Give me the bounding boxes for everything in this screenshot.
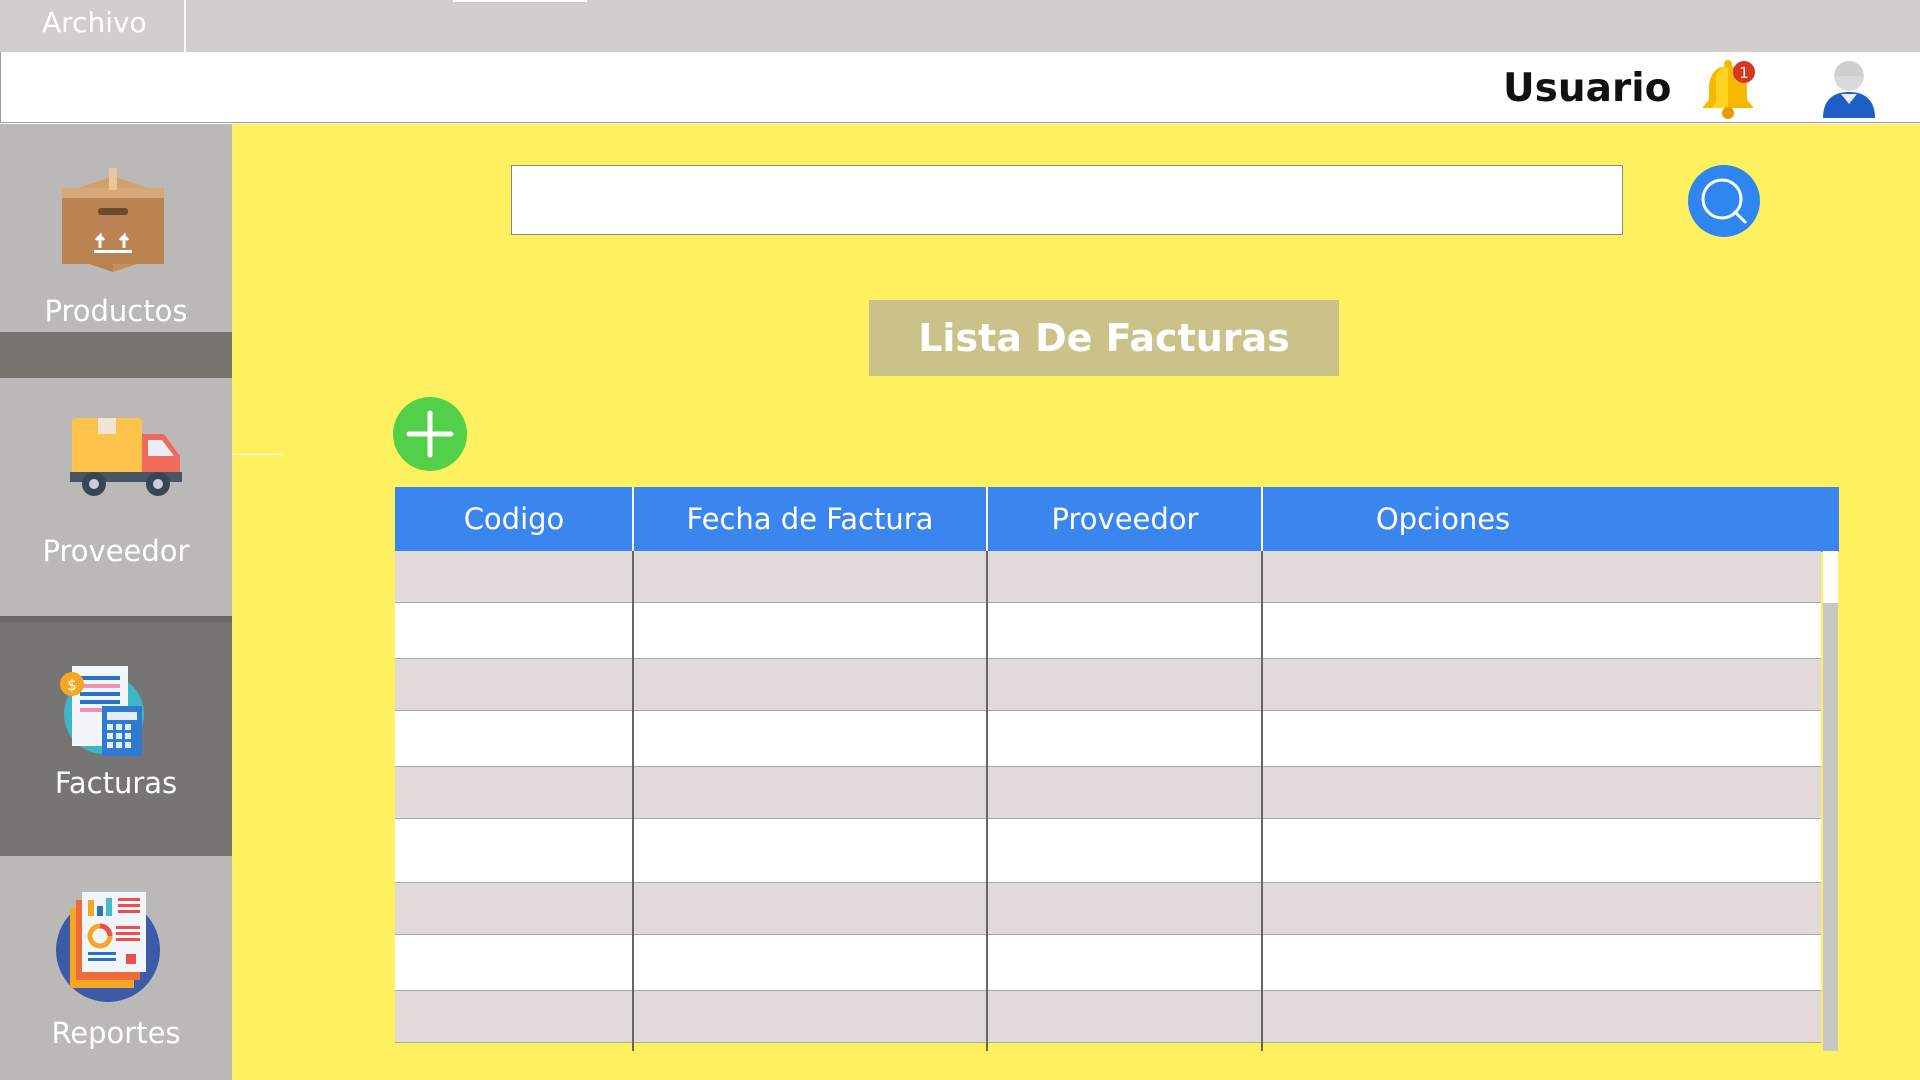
reports-icon: [52, 886, 164, 1002]
table-cell: [395, 603, 632, 658]
table-cell: [395, 991, 632, 1042]
table-cell: [988, 819, 1261, 882]
sidebar-item-reportes[interactable]: Reportes: [0, 856, 232, 1080]
table-cell: [1263, 603, 1821, 658]
table-cell: [395, 767, 632, 818]
table-cell: [988, 767, 1261, 818]
table-cell: [395, 659, 632, 710]
search-input[interactable]: [511, 165, 1623, 235]
user-avatar-icon[interactable]: [1819, 56, 1879, 120]
search-icon: [1701, 178, 1747, 224]
divider: [232, 454, 284, 455]
table-row[interactable]: [395, 603, 1821, 659]
table-cell: [634, 767, 986, 818]
table-cell: [634, 935, 986, 990]
main-content: Lista De Facturas Codigo Fecha de Factur…: [232, 124, 1920, 1080]
table-cell: [395, 819, 632, 882]
menubar-divider: [453, 0, 587, 2]
table-cell: [395, 551, 632, 602]
notification-bell-icon[interactable]: 1: [1695, 58, 1761, 120]
table-cell: [988, 883, 1261, 934]
sidebar-item-label: Reportes: [51, 1016, 181, 1050]
table-cell: [988, 935, 1261, 990]
table-row[interactable]: [395, 659, 1821, 711]
table-row[interactable]: [395, 819, 1821, 883]
table-cell: [1263, 991, 1821, 1042]
column-separator: [632, 551, 634, 1051]
menu-file[interactable]: Archivo: [0, 0, 186, 52]
table-row[interactable]: [395, 711, 1821, 767]
column-separator: [986, 551, 988, 1051]
table-row[interactable]: [395, 935, 1821, 991]
table-cell: [634, 551, 986, 602]
notification-badge: 1: [1739, 64, 1749, 82]
sidebar-item-label: Productos: [44, 294, 188, 328]
table-scrollbar[interactable]: [1823, 551, 1838, 1051]
page-title: Lista De Facturas: [869, 300, 1339, 376]
sidebar-item-label: Facturas: [54, 766, 178, 800]
table-body: [395, 551, 1839, 1051]
table-row[interactable]: [395, 883, 1821, 935]
table-cell: [1263, 551, 1821, 602]
svg-text:$: $: [67, 676, 77, 694]
truck-icon: [70, 416, 182, 498]
plus-icon: [406, 410, 454, 458]
table-row[interactable]: [395, 551, 1821, 603]
table-cell: [988, 991, 1261, 1042]
table-scrollbar-thumb[interactable]: [1823, 551, 1838, 603]
table-row[interactable]: [395, 767, 1821, 819]
table-cell: [634, 819, 986, 882]
table-cell: [395, 883, 632, 934]
column-header-opciones[interactable]: Opciones: [1263, 487, 1623, 551]
table-cell: [1263, 659, 1821, 710]
invoices-table: Codigo Fecha de Factura Proveedor Opcion…: [395, 487, 1839, 1077]
table-cell: [634, 603, 986, 658]
user-label: Usuario: [1503, 66, 1672, 111]
sidebar-item-productos[interactable]: Productos: [0, 124, 232, 332]
column-header-fecha[interactable]: Fecha de Factura: [634, 487, 986, 551]
table-cell: [1263, 767, 1821, 818]
table-header: Codigo Fecha de Factura Proveedor Opcion…: [395, 487, 1839, 552]
table-cell: [1263, 935, 1821, 990]
top-header: Usuario 1: [0, 52, 1920, 123]
column-separator: [1261, 551, 1263, 1051]
table-cell: [395, 935, 632, 990]
box-icon: [62, 168, 164, 272]
table-cell: [988, 551, 1261, 602]
table-cell: [634, 991, 986, 1042]
search-button[interactable]: [1688, 165, 1760, 237]
menu-bar: Archivo: [0, 0, 1920, 53]
sidebar-item-facturas[interactable]: $ Facturas: [0, 616, 232, 850]
table-cell: [634, 883, 986, 934]
table-cell: [634, 711, 986, 766]
add-invoice-button[interactable]: [393, 397, 467, 471]
table-row[interactable]: [395, 991, 1821, 1043]
sidebar-item-label: Proveedor: [42, 534, 190, 568]
table-cell: [395, 711, 632, 766]
table-cell: [988, 659, 1261, 710]
table-cell: [1263, 819, 1821, 882]
invoice-icon: $: [58, 666, 150, 758]
sidebar: Productos Proveedor $ Facturas Reportes: [0, 124, 232, 1080]
table-cell: [988, 711, 1261, 766]
column-header-codigo[interactable]: Codigo: [395, 487, 633, 551]
table-cell: [988, 603, 1261, 658]
column-header-proveedor[interactable]: Proveedor: [988, 487, 1262, 551]
table-cell: [634, 659, 986, 710]
table-cell: [1263, 711, 1821, 766]
table-cell: [1263, 883, 1821, 934]
